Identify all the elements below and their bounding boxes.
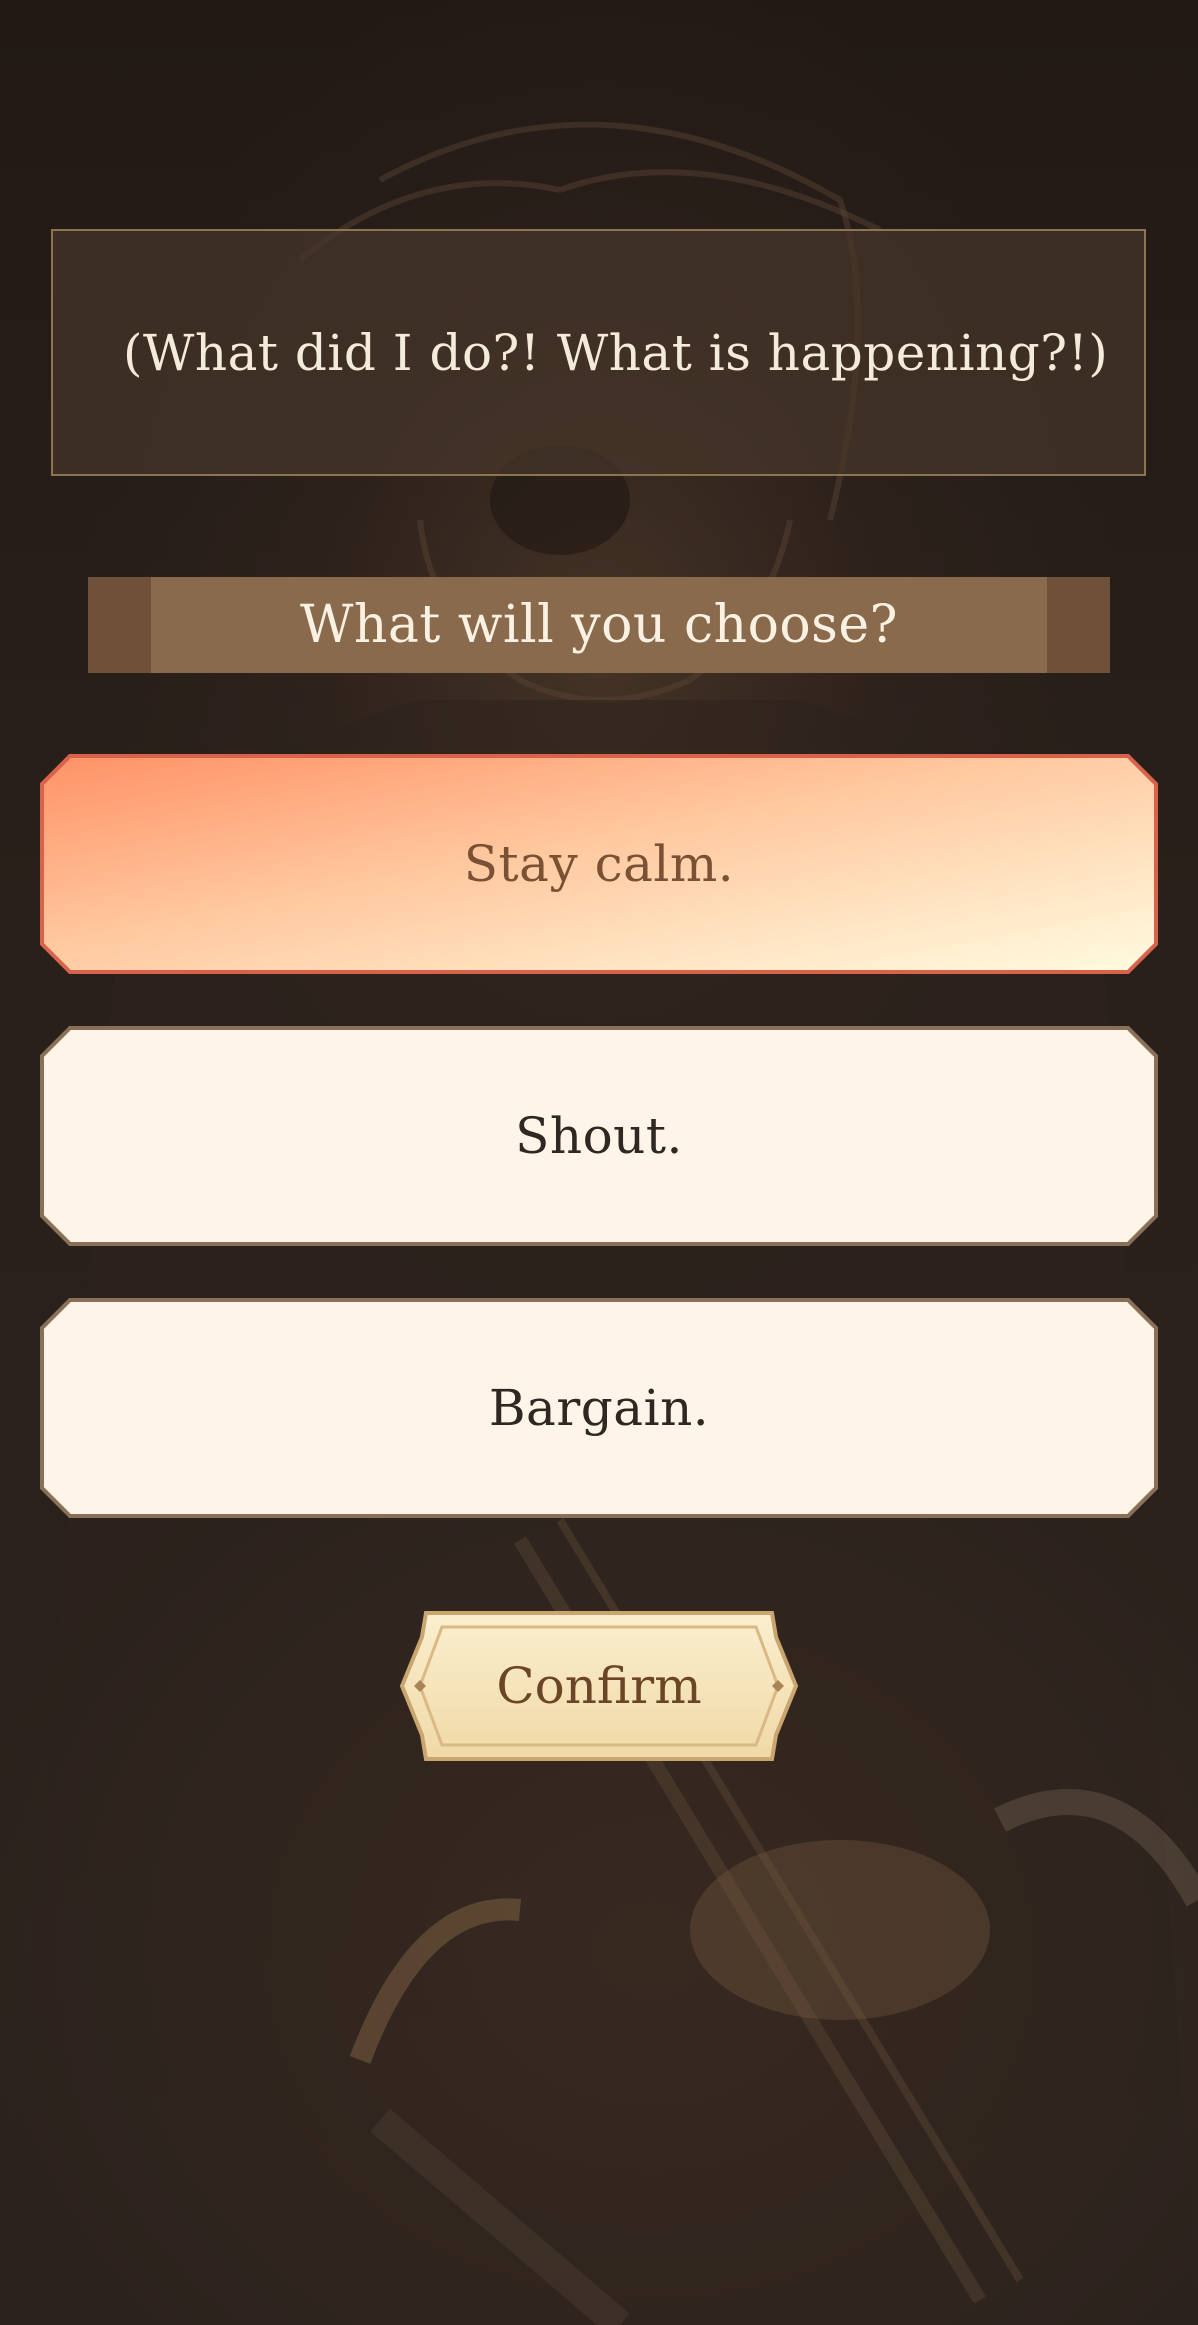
choice-screen: (What did I do?! What is happening?!) Wh… (0, 0, 1198, 2325)
confirm-button[interactable]: Confirm (396, 1609, 802, 1763)
choice-option-label: Bargain. (488, 1379, 710, 1437)
choice-prompt-text: What will you choose? (299, 595, 899, 655)
confirm-button-label: Confirm (496, 1657, 702, 1715)
choice-option-stay-calm[interactable]: Stay calm. (40, 754, 1158, 974)
prompt-bar-center: What will you choose? (151, 577, 1047, 673)
prompt-bar-left-cap (88, 577, 151, 673)
narration-box: (What did I do?! What is happening?!) (51, 229, 1146, 476)
choice-option-label: Shout. (515, 1107, 683, 1165)
prompt-bar-right-cap (1047, 577, 1110, 673)
choice-option-label: Stay calm. (463, 835, 735, 893)
narration-text: (What did I do?! What is happening?!) (123, 323, 1109, 382)
choice-option-shout[interactable]: Shout. (40, 1026, 1158, 1246)
choice-option-bargain[interactable]: Bargain. (40, 1298, 1158, 1518)
choice-prompt-bar: What will you choose? (88, 577, 1110, 673)
